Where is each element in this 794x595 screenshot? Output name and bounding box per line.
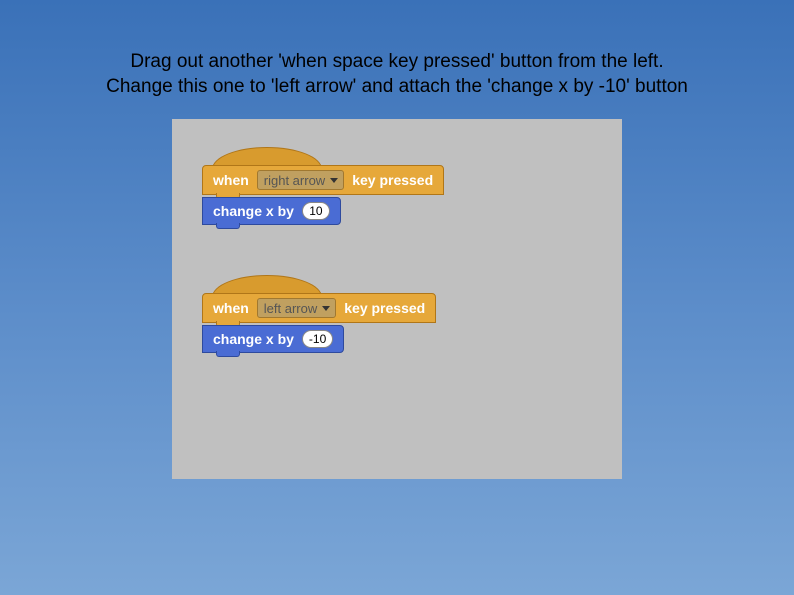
instruction-line-1: Drag out another 'when space key pressed…	[0, 50, 794, 75]
script-group[interactable]: when right arrow key pressed change x by…	[202, 147, 592, 225]
stack-label: change x by	[213, 203, 294, 219]
hat-suffix-label: key pressed	[352, 172, 433, 188]
scratch-script-area[interactable]: when right arrow key pressed change x by…	[172, 119, 622, 479]
dropdown-value: right arrow	[264, 173, 325, 188]
instruction-text: Drag out another 'when space key pressed…	[0, 0, 794, 99]
hat-prefix-label: when	[213, 172, 249, 188]
when-key-pressed-hat-block[interactable]: when left arrow key pressed	[202, 275, 592, 323]
change-x-by-block[interactable]: change x by -10	[202, 325, 592, 353]
instruction-line-2: Change this one to 'left arrow' and atta…	[0, 75, 794, 100]
number-value: 10	[309, 204, 322, 218]
dropdown-value: left arrow	[264, 301, 317, 316]
key-dropdown[interactable]: right arrow	[257, 170, 344, 190]
stack-label: change x by	[213, 331, 294, 347]
key-dropdown[interactable]: left arrow	[257, 298, 336, 318]
number-value: -10	[309, 332, 326, 346]
hat-suffix-label: key pressed	[344, 300, 425, 316]
hat-prefix-label: when	[213, 300, 249, 316]
when-key-pressed-hat-block[interactable]: when right arrow key pressed	[202, 147, 592, 195]
number-input[interactable]: -10	[302, 330, 333, 348]
script-group[interactable]: when left arrow key pressed change x by …	[202, 275, 592, 353]
number-input[interactable]: 10	[302, 202, 330, 220]
change-x-by-block[interactable]: change x by 10	[202, 197, 592, 225]
